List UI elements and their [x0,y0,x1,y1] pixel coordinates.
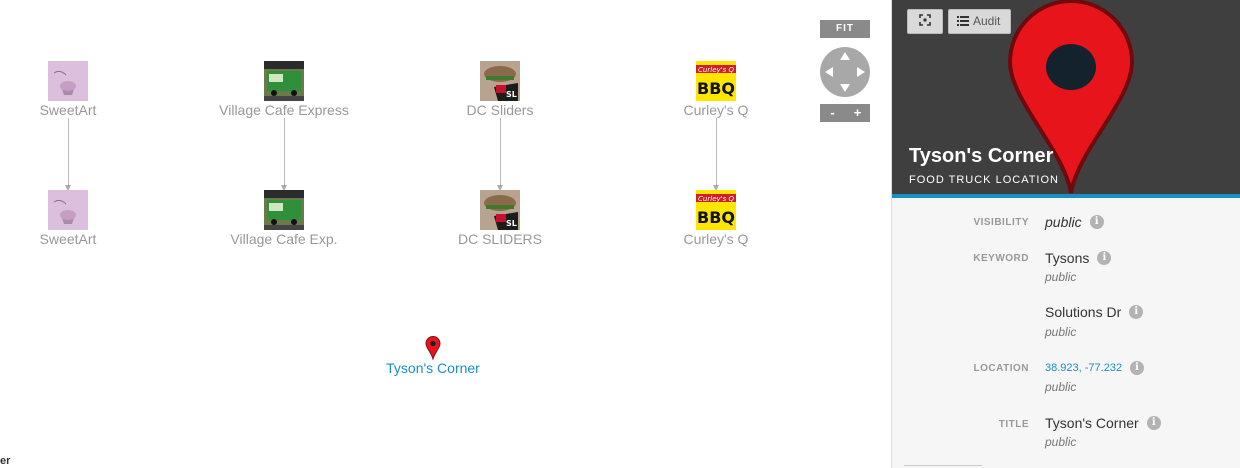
map-pin-icon [425,336,441,360]
svg-text:Curley's Q: Curley's Q [698,66,734,74]
pan-up-icon[interactable] [840,52,850,60]
graph-node-sweetart-child[interactable]: SweetArt [0,190,138,247]
graph-navigation: FIT - + [820,20,870,122]
cut-off-label: er [0,455,11,467]
zoom-in-button[interactable]: + [845,104,870,122]
node-label: Tyson's Corner [386,360,480,376]
property-key: VISIBILITY [973,217,1029,228]
node-label: DC SLIDERS [457,231,543,247]
fit-button[interactable]: FIT [820,20,870,38]
property-key: KEYWORD [973,253,1029,264]
graph-edge [281,118,287,191]
property-visibility-label: public [1045,435,1077,449]
visibility-value[interactable]: public [1045,214,1082,230]
node-label: SweetArt [39,231,97,247]
village-cafe-thumbnail [264,190,304,230]
expand-button[interactable] [907,9,943,34]
curleys-q-thumbnail: Curley's Q BBQ [696,190,736,230]
property-key: LOCATION [973,363,1029,374]
app: SweetArt Village Cafe Express SL DC Slid… [0,0,1240,468]
graph-node-dc-sliders[interactable]: SL DC Sliders [430,61,570,118]
node-label: Curley's Q [683,102,749,118]
svg-text:SL: SL [506,90,517,99]
graph-node-curleys-q-child[interactable]: Curley's Q BBQ Curley's Q [646,190,786,247]
pan-right-icon[interactable] [857,67,865,77]
svg-text:BBQ: BBQ [697,208,735,227]
info-icon[interactable]: i [1089,215,1104,230]
pan-left-icon[interactable] [825,67,833,77]
panel-subtitle: FOOD TRUCK LOCATION [909,174,1059,186]
dc-sliders-thumbnail: SL [480,61,520,101]
info-icon[interactable]: i [1146,416,1161,431]
graph-node-dc-sliders-child[interactable]: SL DC SLIDERS [430,190,570,247]
sweetart-thumbnail [48,61,88,101]
dc-sliders-thumbnail: SL [480,190,520,230]
zoom-out-button[interactable]: - [820,104,845,122]
village-cafe-thumbnail [264,61,304,101]
pan-down-icon[interactable] [840,84,850,92]
graph-node-village-cafe-exp[interactable]: Village Cafe Exp. [214,190,354,247]
curleys-q-thumbnail: Curley's Q BBQ [696,61,736,101]
expand-icon [919,14,931,26]
title-value[interactable]: Tyson's Corner [1045,415,1139,431]
panel-title: Tyson's Corner [909,145,1054,167]
property-value: Solutions Dr i [1045,303,1144,320]
location-link[interactable]: 38.923, -77.232 [1045,362,1122,374]
graph-canvas[interactable]: SweetArt Village Cafe Express SL DC Slid… [0,0,891,468]
graph-node-sweetart[interactable]: SweetArt [0,61,138,118]
keyword-value[interactable]: Solutions Dr [1045,304,1121,320]
graph-edge [497,118,503,191]
panel-header: Audit Tyson's Corner FOOD TRUCK LOCATION [892,0,1240,198]
svg-text:BBQ: BBQ [697,79,735,98]
node-label: Curley's Q [683,231,749,247]
detail-panel: Audit Tyson's Corner FOOD TRUCK LOCATION… [891,0,1240,468]
property-value: Tysons i [1045,249,1112,266]
keyword-value[interactable]: Tysons [1045,250,1089,266]
svg-text:SL: SL [506,219,517,228]
graph-node-tysons-corner[interactable]: Tyson's Corner [372,336,494,376]
property-value: public i [1045,213,1104,230]
node-label: Village Cafe Express [219,102,349,118]
graph-node-curleys-q[interactable]: Curley's Q BBQ Curley's Q [646,61,786,118]
svg-text:Curley's Q: Curley's Q [698,195,734,203]
property-key: TITLE [998,419,1029,430]
info-icon[interactable]: i [1129,305,1144,320]
property-value: 38.923, -77.232 i [1045,359,1145,376]
audit-label: Audit [973,14,1001,28]
property-visibility-label: public [1045,380,1077,394]
sweetart-thumbnail [48,190,88,230]
list-icon [957,16,969,26]
node-label: DC Sliders [466,102,534,118]
graph-node-village-cafe-express[interactable]: Village Cafe Express [214,61,354,118]
pan-control[interactable] [820,47,870,97]
property-value: Tyson's Corner i [1045,414,1161,431]
zoom-control: - + [820,104,870,122]
info-icon[interactable]: i [1130,361,1145,376]
info-icon[interactable]: i [1097,251,1112,266]
graph-edge [713,118,719,191]
audit-button[interactable]: Audit [948,9,1012,34]
property-visibility-label: public [1045,325,1077,339]
graph-edge [65,118,71,191]
property-visibility-label: public [1045,270,1077,284]
node-label: Village Cafe Exp. [230,231,338,247]
node-label: SweetArt [39,102,97,118]
